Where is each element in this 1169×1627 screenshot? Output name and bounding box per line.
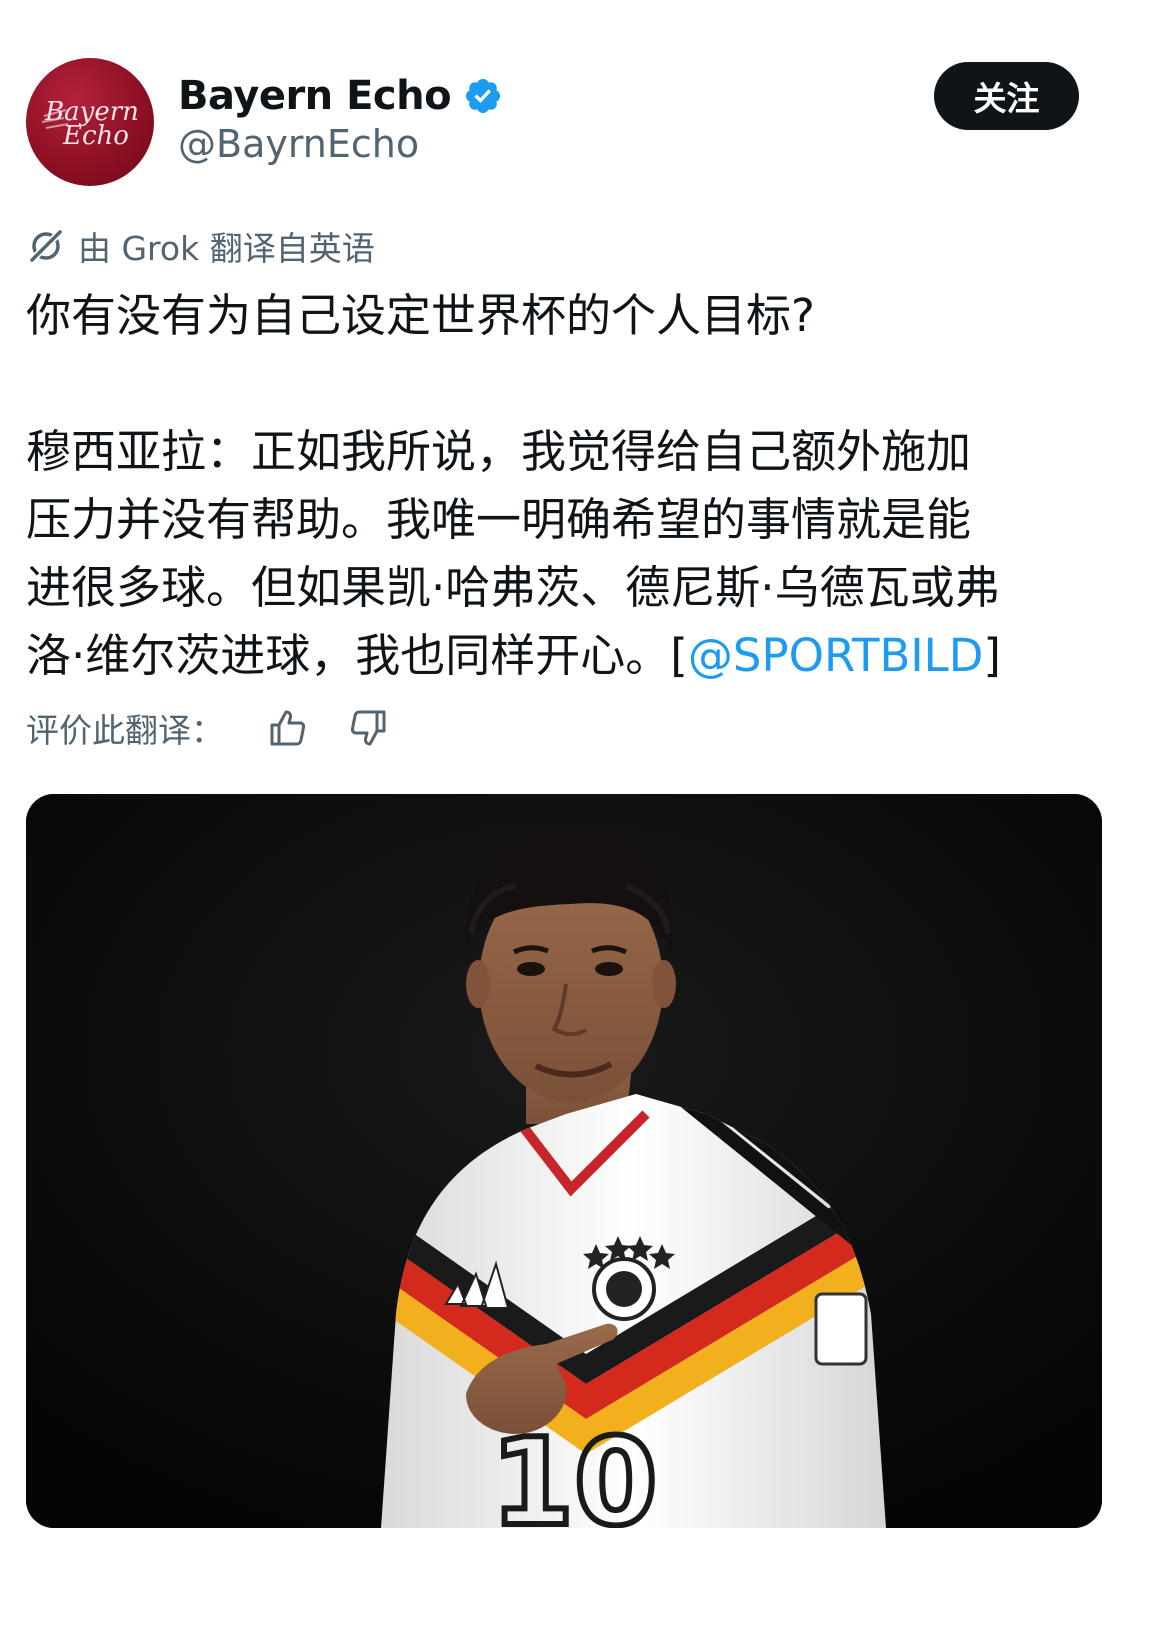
tweet-text-line-prefix: 洛·维尔茨进球，我也同样开心。[	[26, 629, 688, 682]
tweet-text-line: 你有没有为自己设定世界杯的个人目标?	[26, 289, 815, 342]
player-photo: 10	[26, 794, 1102, 1528]
grok-icon	[27, 229, 63, 265]
translation-label: 由 Grok 翻译自英语	[78, 229, 375, 268]
tweet-text-line: 进很多球。但如果凯·哈弗茨、德尼斯·乌德瓦或弗	[26, 561, 1000, 614]
tweet-text-line: 穆西亚拉：正如我所说，我觉得给自己额外施加	[26, 425, 972, 478]
thumbs-down-icon	[350, 710, 386, 746]
bayern-echo-logo: Bayern Echo	[41, 97, 139, 151]
tweet-text-line-suffix: ]	[983, 629, 1001, 682]
thumbs-up-button[interactable]	[264, 704, 312, 752]
thumbs-down-button[interactable]	[344, 704, 392, 752]
tweet-text: 你有没有为自己设定世界杯的个人目标? 穆西亚拉：正如我所说，我觉得给自己额外施加…	[26, 282, 1126, 690]
author-handle[interactable]: @BayrnEcho	[178, 122, 419, 166]
verified-badge-icon	[465, 78, 501, 114]
follow-button[interactable]: 关注	[934, 62, 1079, 130]
thumbs-up-icon	[270, 710, 306, 746]
rate-translation-label: 评价此翻译：	[26, 711, 224, 750]
display-name[interactable]: Bayern Echo	[178, 73, 452, 119]
author-name-row[interactable]: Bayern Echo	[178, 70, 503, 122]
mention-link[interactable]: @SPORTBILD	[688, 629, 983, 682]
avatar[interactable]: Bayern Echo	[26, 58, 154, 186]
tweet-text-line: 洛·维尔茨进球，我也同样开心。[@SPORTBILD]	[26, 622, 1126, 690]
rate-translation-row: 评价此翻译：	[26, 700, 392, 756]
tweet-text-line: 压力并没有帮助。我唯一明确希望的事情就是能	[26, 493, 972, 546]
translation-notice: 由 Grok 翻译自英语	[26, 222, 375, 270]
tweet-media-image[interactable]: 10	[26, 794, 1102, 1528]
avatar-logo-line2: Echo	[62, 121, 129, 151]
